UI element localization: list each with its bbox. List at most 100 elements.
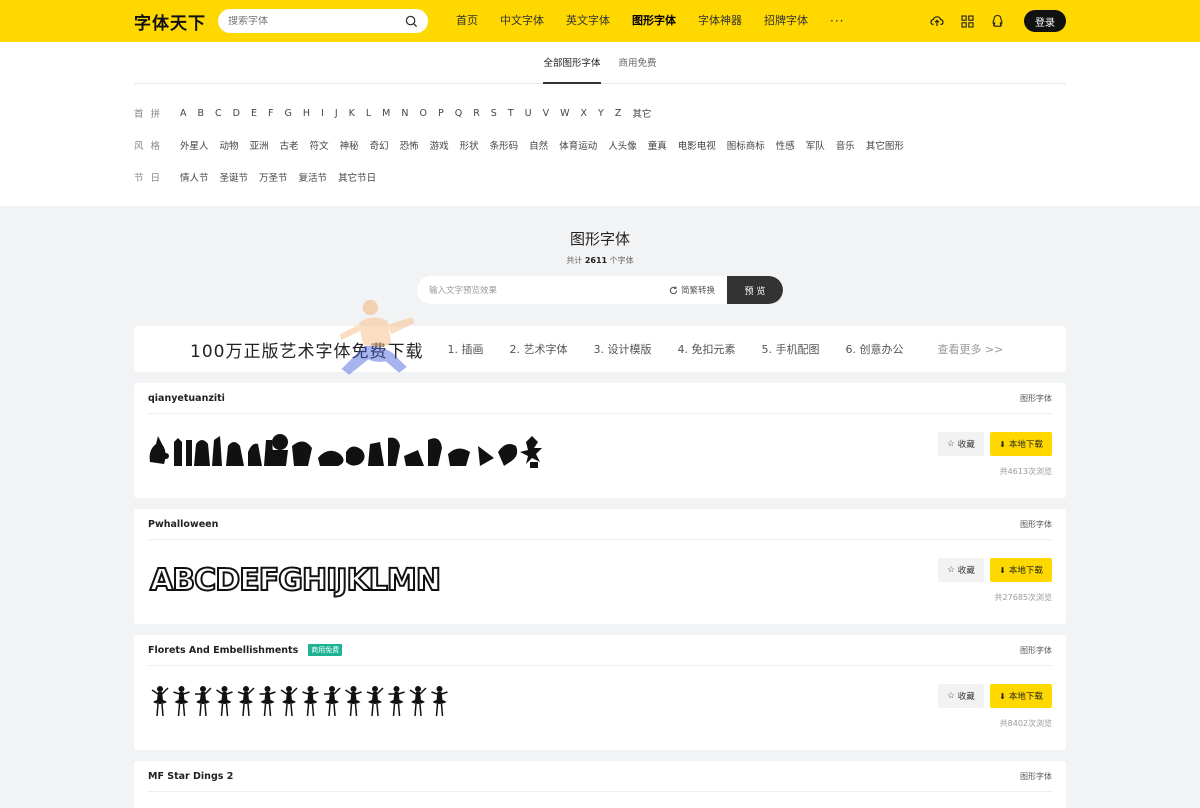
festival-item[interactable]: 情人节 [180, 170, 209, 184]
pinyin-item[interactable]: T [508, 108, 514, 119]
festival-item[interactable]: 其它节日 [338, 170, 376, 184]
download-button[interactable]: ⬇ 本地下载 [990, 432, 1052, 456]
qq-icon[interactable] [990, 14, 1004, 28]
font-preview-silhouettes[interactable] [148, 432, 558, 472]
nav-chinese-fonts[interactable]: 中文字体 [500, 0, 544, 42]
upload-cloud-icon[interactable] [930, 14, 944, 28]
style-item[interactable]: 神秘 [340, 138, 359, 152]
tab-commercial-free[interactable]: 商用免费 [619, 42, 657, 84]
pinyin-item[interactable]: Y [598, 108, 604, 119]
apps-grid-icon[interactable] [960, 14, 974, 28]
style-item[interactable]: 自然 [529, 138, 548, 152]
style-item[interactable]: 音乐 [836, 138, 855, 152]
favorite-button[interactable]: ☆ 收藏 [938, 684, 984, 708]
pinyin-item[interactable]: C [215, 108, 222, 119]
style-item[interactable]: 动物 [220, 138, 239, 152]
style-item[interactable]: 游戏 [430, 138, 449, 152]
style-item[interactable]: 图标商标 [727, 138, 765, 152]
festival-item[interactable]: 圣诞节 [220, 170, 249, 184]
style-item[interactable]: 性感 [776, 138, 795, 152]
pinyin-item[interactable]: R [473, 108, 480, 119]
pinyin-item[interactable]: K [349, 108, 355, 119]
promo-banner[interactable]: 100万正版艺术字体免费下载 1. 插画 2. 艺术字体 3. 设计模版 4. … [134, 299, 1066, 375]
pinyin-item[interactable]: A [180, 108, 187, 119]
font-name-text[interactable]: qianyetuanziti [148, 393, 225, 404]
style-item[interactable]: 古老 [280, 138, 299, 152]
style-item[interactable]: 条形码 [490, 138, 519, 152]
font-name-text[interactable]: Florets And Embellishments [148, 645, 298, 656]
style-item[interactable]: 恐怖 [400, 138, 419, 152]
banner-link-illustration[interactable]: 1. 插画 [447, 341, 483, 357]
banner-link-phone[interactable]: 5. 手机配图 [761, 341, 819, 357]
pinyin-item[interactable]: V [543, 108, 550, 119]
search-input[interactable] [228, 15, 405, 27]
font-preview-dancers[interactable] [148, 684, 458, 724]
style-item[interactable]: 军队 [806, 138, 825, 152]
festival-item[interactable]: 万圣节 [259, 170, 288, 184]
font-name[interactable]: Florets And Embellishments 商用免费 [148, 644, 343, 656]
style-item[interactable]: 体育运动 [559, 138, 597, 152]
pinyin-item[interactable]: L [366, 108, 371, 119]
style-item[interactable]: 电影电视 [678, 138, 716, 152]
download-button[interactable]: ⬇ 本地下载 [990, 684, 1052, 708]
style-item[interactable]: 童真 [648, 138, 667, 152]
font-category[interactable]: 图形字体 [1020, 771, 1052, 782]
banner-link-templates[interactable]: 3. 设计模版 [593, 341, 651, 357]
pinyin-item[interactable]: E [251, 108, 257, 119]
pinyin-item[interactable]: Z [615, 108, 622, 119]
pinyin-item[interactable]: S [491, 108, 497, 119]
pinyin-item[interactable]: O [419, 108, 426, 119]
nav-font-tools[interactable]: 字体神器 [698, 0, 742, 42]
pinyin-item[interactable]: 其它 [632, 106, 651, 120]
pinyin-item[interactable]: M [382, 108, 390, 119]
font-category[interactable]: 图形字体 [1020, 393, 1052, 404]
nav-sign-fonts[interactable]: 招牌字体 [764, 0, 808, 42]
banner-link-elements[interactable]: 4. 免扣元素 [677, 341, 735, 357]
pinyin-item[interactable]: N [401, 108, 408, 119]
font-preview-text[interactable]: ABCDEFGHIJKLMN [148, 558, 448, 598]
login-button[interactable]: 登录 [1024, 10, 1066, 32]
font-category[interactable]: 图形字体 [1020, 645, 1052, 656]
nav-english-fonts[interactable]: 英文字体 [566, 0, 610, 42]
banner-more-link[interactable]: 查看更多 >> [937, 341, 1003, 357]
festival-item[interactable]: 复活节 [299, 170, 328, 184]
pinyin-item[interactable]: F [268, 108, 273, 119]
pinyin-item[interactable]: P [438, 108, 444, 119]
font-name[interactable]: qianyetuanziti [148, 393, 225, 404]
favorite-button[interactable]: ☆ 收藏 [938, 432, 984, 456]
style-item[interactable]: 人头像 [608, 138, 637, 152]
pinyin-item[interactable]: I [321, 108, 324, 119]
pinyin-item[interactable]: D [233, 108, 240, 119]
download-button[interactable]: ⬇ 本地下载 [990, 558, 1052, 582]
pinyin-item[interactable]: Q [455, 108, 462, 119]
nav-graphic-fonts[interactable]: 图形字体 [632, 0, 676, 42]
favorite-button[interactable]: ☆ 收藏 [938, 558, 984, 582]
preview-input[interactable]: 输入文字预览效果 [417, 276, 669, 304]
banner-link-art-fonts[interactable]: 2. 艺术字体 [509, 341, 567, 357]
style-item[interactable]: 亚洲 [250, 138, 269, 152]
nav-more[interactable]: ··· [830, 0, 844, 42]
pinyin-item[interactable]: G [284, 108, 291, 119]
banner-link-office[interactable]: 6. 创意办公 [845, 341, 903, 357]
style-item[interactable]: 形状 [460, 138, 479, 152]
pinyin-item[interactable]: X [581, 108, 588, 119]
pinyin-item[interactable]: H [303, 108, 310, 119]
tab-all-graphic[interactable]: 全部图形字体 [543, 42, 601, 84]
pinyin-item[interactable]: B [198, 108, 205, 119]
site-logo[interactable]: 字体天下 [134, 9, 218, 34]
font-name-text[interactable]: Pwhalloween [148, 519, 218, 530]
search-icon[interactable] [405, 15, 418, 28]
pinyin-item[interactable]: W [560, 108, 569, 119]
style-item[interactable]: 奇幻 [370, 138, 389, 152]
font-category[interactable]: 图形字体 [1020, 519, 1052, 530]
font-name-text[interactable]: MF Star Dings 2 [148, 771, 233, 782]
font-name[interactable]: MF Star Dings 2 [148, 771, 233, 782]
preview-button[interactable]: 预 览 [727, 276, 783, 304]
font-name[interactable]: Pwhalloween [148, 519, 218, 530]
pinyin-item[interactable]: U [525, 108, 532, 119]
style-item[interactable]: 外星人 [180, 138, 209, 152]
style-item[interactable]: 符文 [310, 138, 329, 152]
nav-home[interactable]: 首页 [456, 0, 478, 42]
convert-toggle[interactable]: 简繁转换 [669, 276, 727, 304]
style-item[interactable]: 其它图形 [866, 138, 904, 152]
